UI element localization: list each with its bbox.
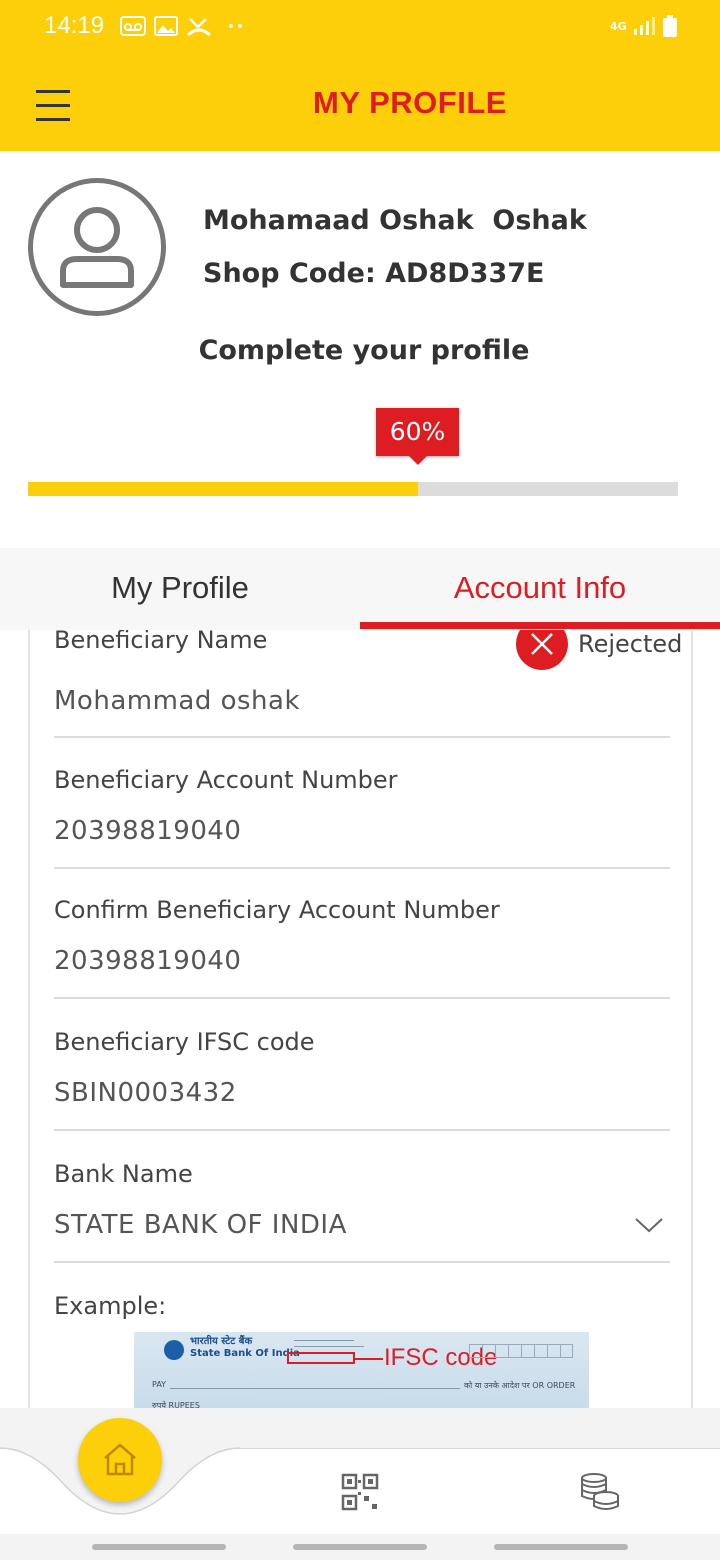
battery-icon xyxy=(662,14,678,38)
profile-progress-bar xyxy=(28,482,678,496)
cheque-bank-name: भारतीय स्टेट बैंक State Bank Of India xyxy=(190,1336,300,1359)
date-boxes xyxy=(469,1344,573,1358)
chevron-down-icon[interactable] xyxy=(634,1216,664,1234)
tab-my-profile[interactable]: My Profile xyxy=(0,548,360,630)
app-screen: 14:19 4G MY PROFILE Mohamaad Oshak Oshak… xyxy=(0,0,720,1560)
nav-scan-button[interactable] xyxy=(340,1472,380,1516)
more-notifications-icon xyxy=(228,14,244,38)
account-info-form: Beneficiary Name Rejected Mohammad oshak… xyxy=(28,630,693,1420)
coins-icon xyxy=(581,1473,619,1510)
cheque-example-image: भारतीय स्टेट बैंक State Bank Of India IF… xyxy=(134,1332,589,1414)
system-back-button[interactable] xyxy=(494,1544,628,1550)
account-number-field[interactable]: 20398819040 xyxy=(54,816,241,846)
home-icon xyxy=(104,1443,136,1476)
status-bar: 14:19 4G xyxy=(0,0,720,52)
bank-name-label: Bank Name xyxy=(54,1160,193,1188)
tab-account-info[interactable]: Account Info xyxy=(360,548,720,630)
rejected-icon xyxy=(516,630,568,670)
sbi-logo-icon xyxy=(164,1340,184,1360)
ifsc-code-label: Beneficiary IFSC code xyxy=(54,1028,315,1056)
status-time: 14:19 xyxy=(44,12,105,39)
profile-tabs: My Profile Account Info xyxy=(0,548,720,630)
bank-name-select[interactable]: STATE BANK OF INDIA xyxy=(54,1210,347,1240)
rejected-status-label: Rejected xyxy=(578,630,683,658)
voicemail-icon xyxy=(120,14,146,38)
menu-icon xyxy=(36,90,70,93)
nav-home-button[interactable] xyxy=(78,1418,162,1502)
system-home-button[interactable] xyxy=(293,1544,427,1550)
qr-code-icon xyxy=(341,1473,379,1511)
confirm-account-number-label: Confirm Beneficiary Account Number xyxy=(54,896,500,924)
account-number-label: Beneficiary Account Number xyxy=(54,766,398,794)
cheque-pay-label: PAY xyxy=(152,1380,167,1389)
user-icon xyxy=(60,207,134,288)
field-divider xyxy=(54,1129,670,1131)
example-label: Example: xyxy=(54,1292,167,1320)
field-divider xyxy=(54,997,670,999)
missed-call-icon xyxy=(186,14,212,38)
field-divider xyxy=(54,736,670,738)
cheque-order-text: को या उनके आदेश पर OR ORDER xyxy=(464,1381,576,1390)
field-divider xyxy=(54,1261,670,1263)
beneficiary-name-field[interactable]: Mohammad oshak xyxy=(54,686,300,716)
complete-profile-title: Complete your profile xyxy=(198,335,530,366)
gallery-icon xyxy=(154,14,178,38)
user-name: Mohamaad Oshak Oshak xyxy=(203,205,587,236)
ifsc-pointer-line xyxy=(355,1358,383,1360)
avatar[interactable] xyxy=(28,178,166,316)
shop-code: Shop Code: AD8D337E xyxy=(203,258,545,289)
network-type: 4G xyxy=(610,19,627,33)
nav-wallet-button[interactable] xyxy=(578,1470,622,1518)
confirm-account-number-field[interactable]: 20398819040 xyxy=(54,946,241,976)
progress-percent-badge: 60% xyxy=(376,408,459,456)
page-title: MY PROFILE xyxy=(313,85,507,120)
signal-icon xyxy=(632,14,656,38)
beneficiary-name-label: Beneficiary Name xyxy=(54,630,268,654)
ifsc-highlight-box xyxy=(287,1352,355,1364)
field-divider xyxy=(54,867,670,869)
system-recents-button[interactable] xyxy=(92,1544,226,1550)
badge-pointer xyxy=(409,456,427,465)
ifsc-code-field[interactable]: SBIN0003432 xyxy=(54,1078,237,1108)
profile-progress-fill xyxy=(28,482,418,496)
active-tab-indicator xyxy=(360,622,720,629)
menu-button[interactable] xyxy=(26,84,80,124)
app-header: MY PROFILE xyxy=(0,52,720,151)
